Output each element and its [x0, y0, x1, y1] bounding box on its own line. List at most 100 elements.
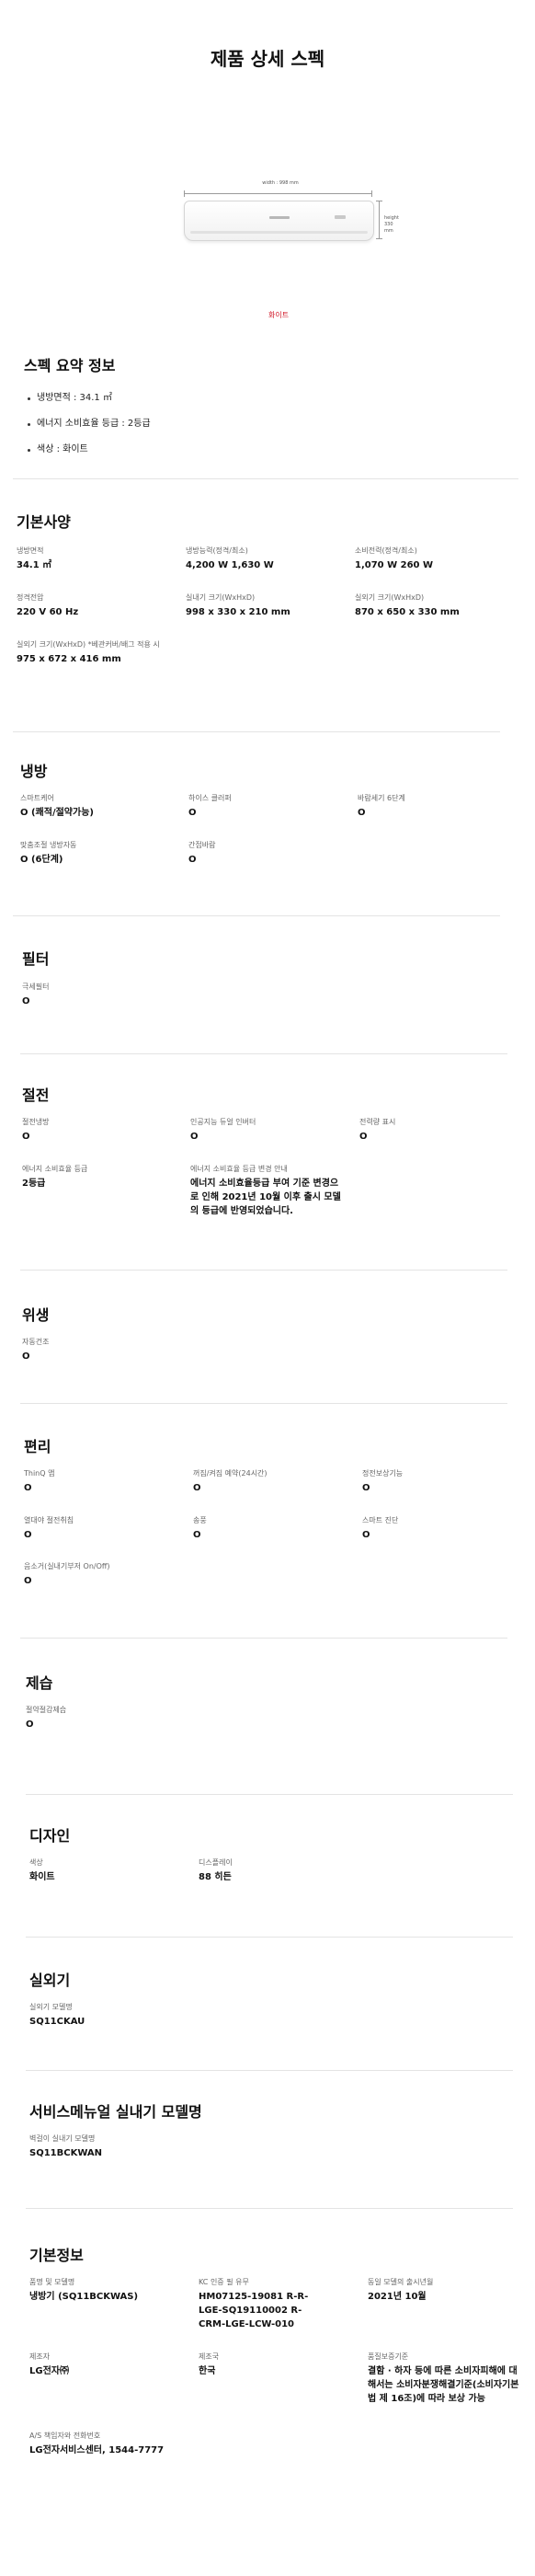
height-dimension-label-value: 330 mm [384, 222, 393, 234]
spec-value: O [22, 1351, 30, 1362]
section-convenience: 편리 ThinQ 앱 O 꺼짐/켜짐 예약(24시간) O 정전보상기능 O 열… [0, 1403, 535, 1642]
spec-value: 4,200 W 1,630 W [186, 560, 274, 570]
spec-item-rated-voltage: 정격전압 220 V 60 Hz [17, 592, 173, 619]
spec-value: 998 x 330 x 210 mm [186, 607, 290, 617]
spec-item-display: 디스플레이 88 히든 [199, 1857, 355, 1884]
spec-value: 한국 [199, 2366, 216, 2376]
spec-label: 송풍 [193, 1516, 207, 1524]
section-service-manual: 서비스메뉴얼 실내기 모델명 벽걸이 실내기 모델명 SQ11BCKWAN [0, 2070, 535, 2217]
spec-label: 하이스 클러퍼 [188, 794, 232, 802]
spec-label: 절약절감제습 [26, 1706, 67, 1714]
spec-value: 에너지 소비효율등급 부여 기준 변경으로 인해 2021년 10월 이후 출시… [190, 1179, 341, 1216]
spec-label: 열대야 절전취침 [24, 1516, 74, 1524]
page-title: 제품 상세 스펙 [210, 48, 325, 70]
height-dimension-label: height 330 mm [384, 215, 399, 235]
summary-list: 냉방면적 : 34.1 ㎡ 에너지 소비효율 등급 : 2등급 색상 : 화이트 [26, 392, 151, 469]
section-title: 기본정보 [29, 2247, 84, 2264]
section-divider [13, 731, 500, 732]
section-title: 기본사양 [17, 513, 71, 531]
spec-label: 제조국 [199, 2352, 220, 2361]
summary-item: 에너지 소비효율 등급 : 2등급 [26, 418, 151, 443]
spec-value: O [22, 996, 30, 1006]
summary-title: 스펙 요약 정보 [24, 357, 116, 374]
spec-label: 정격전압 [17, 593, 44, 602]
unit-vent [190, 231, 368, 234]
section-title: 제습 [26, 1674, 53, 1692]
spec-item-indirect-wind: 간접바람 O [188, 840, 345, 867]
spec-item-dehumidify: 절약절감제습 O [26, 1705, 182, 1731]
section-basic: 기본사양 냉방면적 34.1 ㎡ 냉방능력(정격/최소) 4,200 W 1,6… [0, 478, 535, 754]
spec-item-mute: 음소거(실내기부저 On/Off) O [24, 1561, 180, 1588]
spec-item-thinq-app: ThinQ 앱 O [24, 1468, 180, 1495]
spec-item-cooling-capacity: 냉방능력(정격/최소) 4,200 W 1,630 W [186, 546, 342, 572]
spec-label: 음소거(실내기부저 On/Off) [24, 1562, 110, 1570]
spec-value: O [362, 1483, 370, 1493]
spec-value: O [193, 1530, 201, 1540]
width-dimension-line [184, 190, 372, 197]
spec-item-release-date: 동일 모델의 출시년월 2021년 10월 [368, 2277, 524, 2304]
section-saving: 절전 절전냉방 O 인공지능 듀얼 인버터 O 전력량 표시 O 에너지 소비효… [0, 1053, 535, 1274]
spec-item-wind-6-levels: 바람세기 6단계 O [358, 793, 514, 820]
section-title: 편리 [24, 1438, 51, 1455]
spec-value: 1,070 W 260 W [355, 560, 434, 570]
spec-value: 870 x 650 x 330 mm [355, 607, 460, 617]
spec-value: SQ11CKAU [29, 2017, 85, 2027]
spec-label: KC 인증 필 유무 [199, 2278, 249, 2286]
spec-label: 실외기 모델명 [29, 2003, 73, 2011]
spec-value: O [188, 855, 197, 865]
spec-value: LG전자㈜ [29, 2366, 69, 2376]
spec-label: 간접바람 [188, 841, 216, 849]
section-hygiene: 위생 자동건조 O [0, 1270, 535, 1417]
color-label[interactable]: 화이트 [268, 310, 289, 320]
spec-item-power-consumption: 소비전력(정격/최소) 1,070 W 260 W [355, 546, 511, 572]
section-dehumidify: 제습 절약절감제습 O [0, 1638, 535, 1785]
spec-label: 벽걸이 실내기 모델명 [29, 2134, 96, 2143]
spec-item-high-cooler: 하이스 클러퍼 O [188, 793, 345, 820]
spec-label: 품질보증기준 [368, 2352, 409, 2361]
spec-label: 전력량 표시 [359, 1118, 396, 1126]
spec-item-kc-cert: KC 인증 필 유무 HM07125-19081 R-R-LGE-SQ19110… [199, 2277, 318, 2331]
spec-item-fan: 송풍 O [193, 1515, 349, 1542]
spec-item-smart-diagnosis: 스마트 진단 O [362, 1515, 518, 1542]
spec-label: 실내기 크기(WxHxD) [186, 593, 256, 602]
spec-label: 꺼짐/켜짐 예약(24시간) [193, 1469, 268, 1478]
spec-label: 스마트 진단 [362, 1516, 399, 1524]
spec-item-manufacturer: 제조자 LG전자㈜ [29, 2352, 186, 2378]
spec-label: 실외기 크기(WxHxD) [355, 593, 425, 602]
spec-label: 자동건조 [22, 1338, 50, 1346]
spec-value: 2등급 [22, 1179, 46, 1189]
spec-item-indoor-size: 실내기 크기(WxHxD) 998 x 330 x 210 mm [186, 592, 342, 619]
spec-value: O (6단계) [20, 855, 63, 865]
indoor-unit-image [184, 201, 374, 241]
spec-item-outdoor-model: 실외기 모델명 SQ11CKAU [29, 2002, 186, 2029]
spec-value: O [24, 1576, 32, 1586]
section-title: 필터 [22, 950, 50, 968]
section-divider [20, 1403, 507, 1404]
spec-label: 에너지 소비효율 등급 [22, 1165, 88, 1173]
spec-label: 극세필터 [22, 983, 50, 991]
section-title: 서비스메뉴얼 실내기 모델명 [29, 2103, 202, 2121]
section-title: 위생 [22, 1306, 50, 1324]
spec-value: O [193, 1483, 201, 1493]
spec-value: 88 히든 [199, 1872, 232, 1882]
section-filter: 필터 극세필터 O [0, 915, 535, 1063]
spec-value: LG전자서비스센터, 1544-7777 [29, 2445, 165, 2455]
spec-value: 냉방기 (SQ11BCKWAS) [29, 2292, 139, 2302]
spec-value: SQ11BCKWAN [29, 2148, 103, 2158]
spec-item-timer: 꺼짐/켜짐 예약(24시간) O [193, 1468, 349, 1495]
spec-label: 스마트케어 [20, 794, 54, 802]
spec-label: 품명 및 모델명 [29, 2278, 75, 2286]
section-title: 냉방 [20, 763, 48, 780]
spec-value: 34.1 ㎡ [17, 560, 52, 570]
spec-label: 절전냉방 [22, 1118, 50, 1126]
spec-value: O [26, 1719, 34, 1730]
spec-value: O [362, 1530, 370, 1540]
spec-label: 실외기 크기(WxHxD) *베관커버/배그 적용 시 [17, 640, 160, 649]
spec-item-power-failure-comp: 정전보상기능 O [362, 1468, 518, 1495]
spec-value: 결함 · 하자 등에 따른 소비자피해에 대해서는 소비자분쟁해결기준(소비자기… [368, 2366, 519, 2404]
spec-label: 동일 모델의 출시년월 [368, 2278, 434, 2286]
section-divider [13, 915, 500, 916]
spec-value: O [24, 1483, 32, 1493]
spec-item-auto-dry: 자동건조 O [22, 1337, 178, 1363]
spec-value: 2021년 10월 [368, 2292, 427, 2302]
